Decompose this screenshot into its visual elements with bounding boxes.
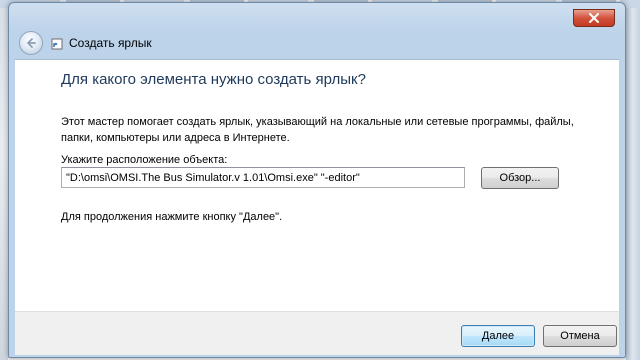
- next-button[interactable]: Далее: [461, 325, 535, 347]
- page-heading: Для какого элемента нужно создать ярлык?: [61, 71, 366, 88]
- button-bar: Далее Отмена: [15, 311, 619, 355]
- location-label: Укажите расположение объекта:: [61, 154, 228, 166]
- cancel-button[interactable]: Отмена: [543, 325, 617, 347]
- shortcut-wizard-icon: [51, 38, 63, 50]
- wizard-content: Для какого элемента нужно создать ярлык?…: [15, 59, 619, 311]
- desktop-background-left: [0, 8, 8, 360]
- wizard-title: Создать ярлык: [69, 36, 152, 50]
- description-text: Этот мастер помогает создать ярлык, указ…: [61, 116, 574, 144]
- back-arrow-icon: [27, 38, 36, 48]
- create-shortcut-dialog: Создать ярлык Для какого элемента нужно …: [8, 2, 626, 358]
- desktop-background-right: [626, 8, 640, 360]
- close-button[interactable]: [573, 9, 615, 27]
- close-icon: [589, 13, 599, 23]
- browse-button[interactable]: Обзор...: [481, 167, 559, 189]
- continue-instruction: Для продолжения нажмите кнопку "Далее".: [61, 211, 283, 223]
- title-bar: Создать ярлык: [9, 3, 625, 59]
- back-button[interactable]: [19, 31, 43, 55]
- location-input[interactable]: [61, 167, 465, 188]
